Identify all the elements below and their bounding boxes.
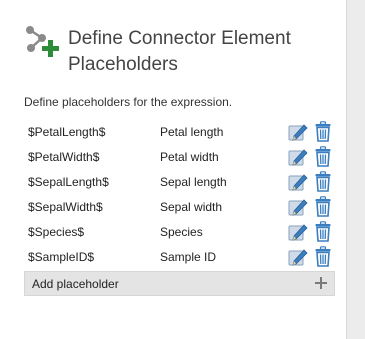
- placeholder-name: $SepalWidth$: [28, 200, 103, 214]
- edit-pencil-icon[interactable]: [288, 247, 308, 267]
- add-placeholder-label: Add placeholder: [32, 277, 119, 291]
- edit-pencil-icon[interactable]: [288, 197, 308, 217]
- placeholder-name: $PetalLength$: [28, 125, 106, 139]
- trash-icon[interactable]: [315, 196, 331, 217]
- trash-icon[interactable]: [315, 246, 331, 267]
- trash-icon[interactable]: [315, 121, 331, 142]
- placeholder-name: $SepalLength$: [28, 175, 109, 189]
- trash-icon[interactable]: [315, 221, 331, 242]
- edit-pencil-icon[interactable]: [288, 147, 308, 167]
- edit-pencil-icon[interactable]: [288, 122, 308, 142]
- placeholder-label: Petal width: [160, 150, 219, 164]
- edit-pencil-icon[interactable]: [288, 172, 308, 192]
- description-text: Define placeholders for the expression.: [24, 95, 233, 109]
- placeholder-label: Sample ID: [160, 250, 217, 264]
- placeholder-row: $SampleID$ Sample ID: [24, 245, 336, 270]
- placeholder-label: Petal length: [160, 125, 224, 139]
- placeholder-label: Sepal width: [160, 200, 223, 214]
- placeholder-list: $PetalLength$ Petal length $PetalWidth$ …: [24, 120, 336, 270]
- trash-icon[interactable]: [315, 171, 331, 192]
- plus-icon: [315, 277, 327, 289]
- connector-add-icon: [26, 26, 59, 57]
- placeholder-name: $PetalWidth$: [28, 150, 100, 164]
- placeholder-name: $Species$: [28, 225, 85, 239]
- placeholder-name: $SampleID$: [28, 250, 95, 264]
- placeholder-label: Sepal length: [160, 175, 227, 189]
- panel-header: Define Connector Element Placeholders: [24, 22, 334, 78]
- placeholder-row: $SepalWidth$ Sepal width: [24, 195, 336, 220]
- page-title: Define Connector Element Placeholders: [68, 28, 291, 75]
- placeholder-label: Species: [160, 225, 203, 239]
- placeholder-row: $PetalWidth$ Petal width: [24, 145, 336, 170]
- edit-pencil-icon[interactable]: [288, 222, 308, 242]
- placeholders-panel: Define Connector Element Placeholders De…: [0, 0, 347, 339]
- trash-icon[interactable]: [315, 146, 331, 167]
- add-placeholder-button[interactable]: Add placeholder: [24, 271, 335, 296]
- placeholder-row: $SepalLength$ Sepal length: [24, 170, 336, 195]
- placeholder-row: $Species$ Species: [24, 220, 336, 245]
- placeholder-row: $PetalLength$ Petal length: [24, 120, 336, 145]
